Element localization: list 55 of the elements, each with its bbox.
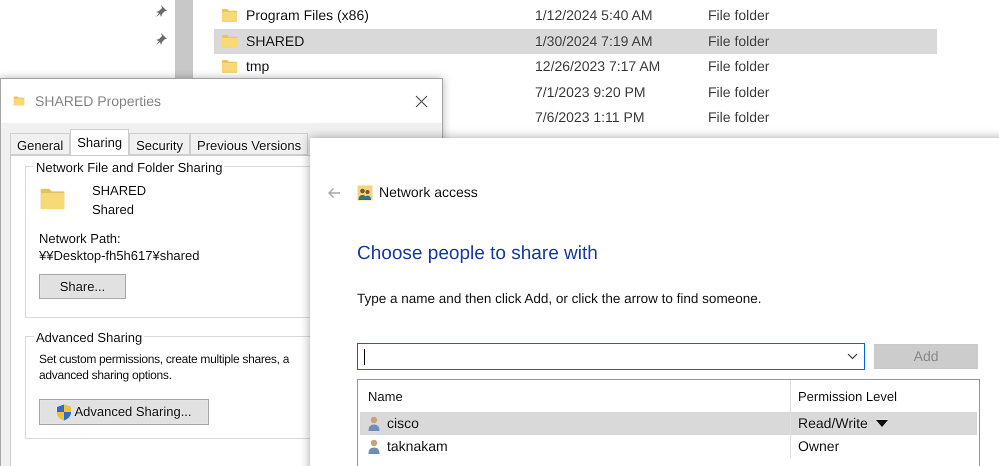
file-type: File folder (708, 32, 770, 51)
text-cursor (364, 348, 365, 365)
file-name: Program Files (x86) (246, 6, 369, 26)
file-date: 7/1/2023 9:20 PM (535, 82, 647, 102)
description-text: advanced sharing options. (39, 367, 172, 383)
permission-level: Owner (797, 437, 840, 456)
file-row[interactable]: Program Files (x86) 1/12/2024 5:40 AM File folder (214, 3, 937, 28)
pin-icon[interactable] (155, 5, 167, 17)
path-label: Network Path: (39, 230, 121, 247)
file-date: 1/12/2024 5:40 AM (535, 6, 654, 26)
user-row[interactable]: taknakam Owner (360, 435, 977, 458)
shield-icon (56, 404, 72, 420)
instruction-text: Type a name and then click Add, or click the arrow to find someone. (357, 290, 762, 308)
tab[interactable]: Sharing (70, 129, 130, 155)
file-name: SHARED (246, 32, 304, 51)
file-date: 12/26/2023 7:17 AM (535, 57, 662, 76)
name-combo-field[interactable] (357, 343, 866, 370)
user-icon (368, 416, 380, 432)
file-name: tmp (246, 57, 270, 76)
folder-icon (221, 7, 238, 24)
heading: Choose people to share with (357, 242, 599, 266)
column-header[interactable]: Permission Level (791, 386, 897, 406)
chevron-down-icon[interactable] (847, 353, 858, 360)
people-icon (357, 184, 373, 201)
window-title: Network access (379, 183, 478, 202)
tab[interactable]: Previous Versions (190, 133, 308, 155)
tab[interactable]: General (10, 133, 70, 155)
folder-icon (13, 94, 25, 108)
file-type: File folder (708, 6, 770, 26)
dropdown-arrow-icon[interactable] (876, 420, 888, 428)
permission-level: Read/Write (797, 414, 868, 434)
tab[interactable]: Security (129, 133, 190, 155)
scrollbar[interactable] (175, 0, 193, 78)
description-text: Set custom permissions, create multiple shares, a (39, 351, 290, 367)
file-row[interactable]: tmp 12/26/2023 7:17 AM File folder (214, 54, 937, 80)
file-date: 1/30/2024 7:19 AM (535, 32, 654, 51)
window-title: SHARED Properties (35, 92, 162, 111)
file-type: File folder (708, 57, 770, 76)
user-name: cisco (387, 414, 419, 434)
file-date: 7/6/2023 1:11 PM (535, 108, 646, 128)
advanced-sharing-button[interactable]: Advanced Sharing... (39, 399, 209, 425)
share-button[interactable]: Share... (39, 274, 126, 299)
file-type: File folder (708, 82, 770, 102)
network-path: ¥¥Desktop-fh5h617¥shared (39, 247, 200, 264)
folder-name: SHARED (92, 182, 146, 200)
user-name: taknakam (387, 437, 448, 456)
folder-icon (221, 32, 238, 50)
user-icon (368, 439, 380, 454)
pin-icon[interactable] (155, 33, 167, 45)
file-type: File folder (708, 108, 770, 128)
folder-status: Shared (92, 201, 135, 219)
file-row[interactable]: SHARED 1/30/2024 7:19 AM File folder (214, 28, 937, 54)
user-row[interactable]: cisco Read/Write (360, 412, 977, 436)
close-icon[interactable] (415, 94, 428, 108)
folder-icon (221, 58, 238, 76)
